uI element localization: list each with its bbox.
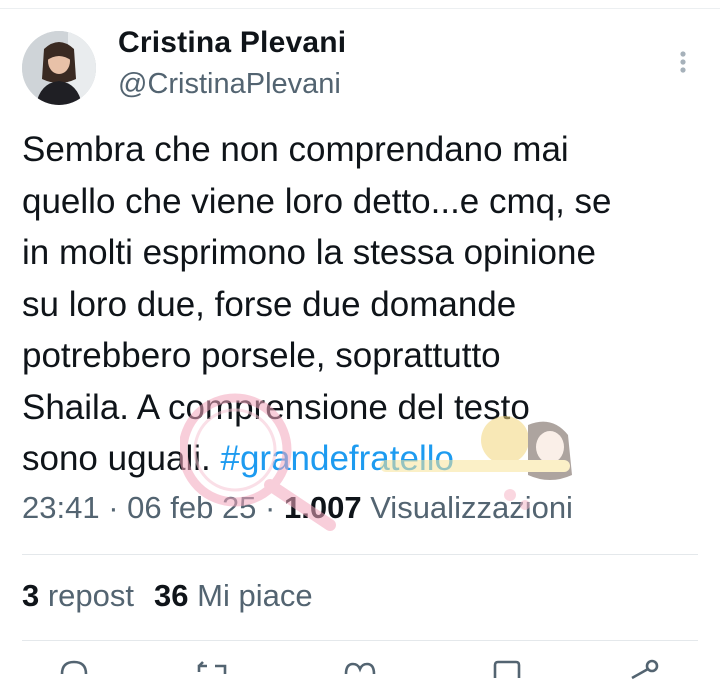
- tweet-body: Sembra che non comprendano mai quello ch…: [22, 130, 612, 478]
- reposts-link[interactable]: 3 repost: [22, 578, 134, 613]
- likes-label: Mi piace: [188, 578, 313, 613]
- meta-separator-1: ·: [99, 490, 128, 525]
- more-options-button[interactable]: [668, 42, 698, 82]
- tweet-meta: 23:41 · 06 feb 25 · 1.007 Visualizzazion…: [22, 490, 573, 526]
- likes-link[interactable]: 36 Mi piace: [154, 578, 313, 613]
- avatar-photo: [22, 31, 96, 105]
- tweet-text: Sembra che non comprendano mai quello ch…: [22, 124, 702, 485]
- views-label: Visualizzazioni: [361, 490, 573, 525]
- engagement-stats: 3 repost 36 Mi piace: [22, 578, 313, 614]
- stats-divider-top: [22, 554, 698, 555]
- tweet-time[interactable]: 23:41: [22, 490, 100, 525]
- reposts-label: repost: [39, 578, 135, 613]
- top-divider: [0, 8, 720, 9]
- reposts-count: 3: [22, 578, 40, 613]
- avatar[interactable]: [22, 31, 96, 105]
- meta-separator-2: ·: [256, 490, 284, 525]
- likes-count: 36: [154, 578, 189, 613]
- views-count: 1.007: [284, 490, 362, 525]
- more-vertical-icon: [680, 51, 686, 73]
- stats-divider-bottom: [22, 640, 698, 641]
- author-name[interactable]: Cristina Plevani: [118, 26, 346, 60]
- author-handle[interactable]: @CristinaPlevani: [118, 68, 341, 101]
- tweet-date[interactable]: 06 feb 25: [127, 490, 256, 525]
- hashtag-link[interactable]: #grandefratello: [220, 439, 454, 478]
